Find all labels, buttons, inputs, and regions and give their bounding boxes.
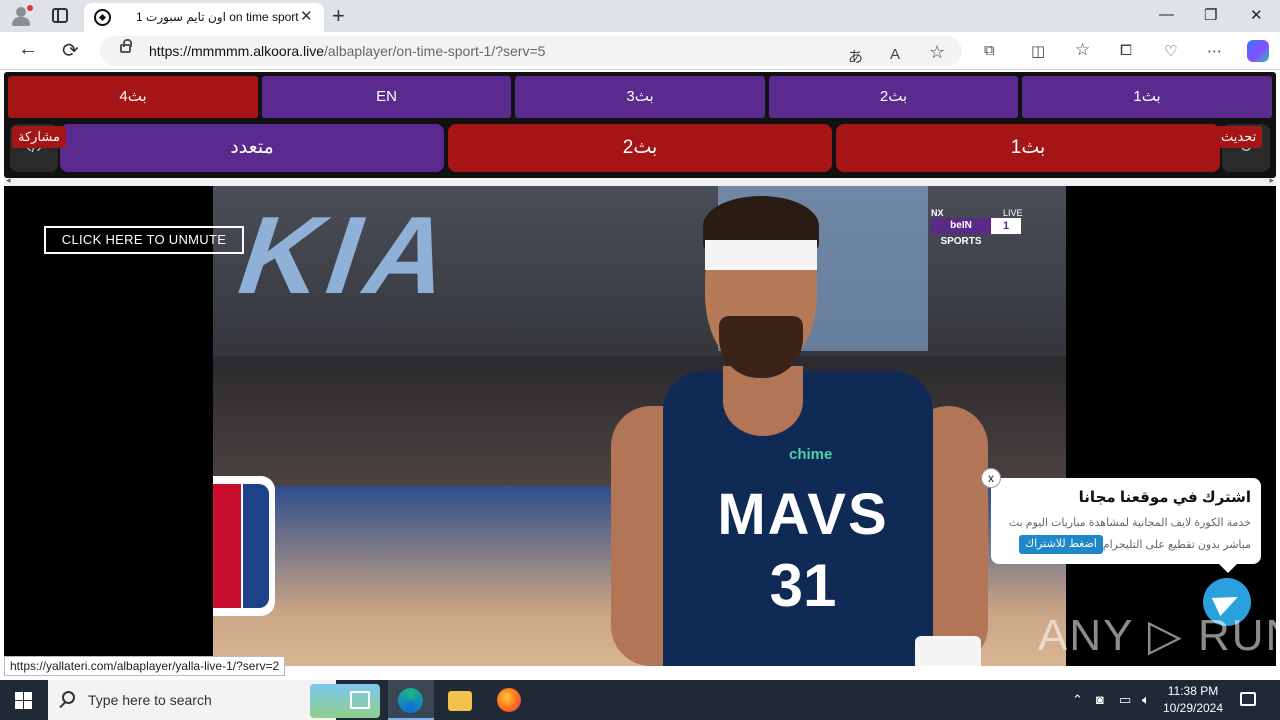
- unmute-button[interactable]: CLICK HERE TO UNMUTE: [44, 226, 244, 254]
- server-button-2[interactable]: بث2: [769, 76, 1018, 118]
- scroll-right-icon[interactable]: ▸: [1269, 175, 1274, 186]
- nba-logo-icon: [213, 476, 275, 616]
- clock-time: 11:38 PM: [1167, 684, 1219, 698]
- address-toolbar: ← ⟳ https://mmmmm.alkoora.live/albaplaye…: [0, 32, 1280, 70]
- share-label[interactable]: مشاركة: [12, 126, 66, 148]
- basketball-player-image: chime MAVS 31: [611, 196, 988, 666]
- server-menu: بث4 EN بث3 بث2 بث1 ‹/› متعدد بث2 بث1 ↻ م…: [4, 72, 1276, 178]
- favorites-icon[interactable]: ☆: [1075, 40, 1090, 60]
- volume-icon[interactable]: 🔈︎: [1142, 692, 1150, 708]
- tab-close-icon[interactable]: ✕: [300, 7, 313, 25]
- chevron-up-icon[interactable]: ⌃: [1072, 692, 1083, 708]
- refresh-icon[interactable]: ⟳: [62, 38, 79, 63]
- firefox-icon[interactable]: [497, 688, 521, 712]
- copilot-icon[interactable]: [1247, 40, 1269, 62]
- horizontal-scrollbar[interactable]: ◂ ▸: [4, 175, 1276, 186]
- refresh-label[interactable]: تحديث: [1215, 126, 1263, 148]
- server-button-4[interactable]: بث4: [8, 76, 258, 118]
- translate-icon[interactable]: あ: [848, 46, 863, 67]
- server-button-1[interactable]: بث1: [1022, 76, 1272, 118]
- extensions-icon[interactable]: ⧉: [984, 42, 995, 59]
- jersey-number: 31: [769, 552, 837, 619]
- server-alt-button-2[interactable]: بث2: [448, 124, 832, 172]
- status-bar-url: https://yallateri.com/albaplayer/yalla-l…: [4, 656, 286, 676]
- popup-close-icon[interactable]: x: [981, 468, 1001, 488]
- task-view-icon[interactable]: [350, 691, 370, 709]
- search-placeholder[interactable]: Type here to search: [88, 692, 212, 708]
- browser-tab-active[interactable]: اون تايم سبورت 1 on time sport ✕: [84, 3, 324, 32]
- popup-description-2: مباشر بدون تقطيع على التليجرام: [1102, 539, 1251, 551]
- maximize-button[interactable]: ❐: [1204, 6, 1217, 24]
- jersey-text: MAVS: [717, 482, 889, 547]
- subscribe-popup[interactable]: اشترك في موقعنا مجانا خدمة الكورة لايف ا…: [991, 478, 1261, 573]
- soccer-ball-favicon-icon: [94, 9, 111, 26]
- jersey-sponsor: chime: [789, 446, 833, 463]
- multi-server-button[interactable]: متعدد: [60, 124, 444, 172]
- system-clock[interactable]: 11:38 PM 10/29/2024: [1160, 683, 1226, 717]
- web-page: بث4 EN بث3 بث2 بث1 ‹/› متعدد بث2 بث1 ↻ م…: [0, 70, 1280, 680]
- file-explorer-icon[interactable]: [448, 691, 472, 711]
- edge-icon: [398, 688, 423, 713]
- notification-icon[interactable]: [1240, 692, 1256, 706]
- video-player[interactable]: KIA chime MAVS 31 NX LIVE beIN SPORTS 1 …: [4, 186, 1276, 666]
- arena-banner: KIA: [223, 194, 477, 317]
- close-window-button[interactable]: ✕: [1250, 6, 1263, 24]
- favorite-star-icon[interactable]: ☆: [929, 42, 945, 63]
- lock-icon[interactable]: [120, 39, 132, 53]
- popup-title: اشترك في موقعنا مجانا: [1078, 489, 1251, 506]
- windows-start-icon[interactable]: [15, 692, 32, 709]
- scroll-left-icon[interactable]: ◂: [6, 175, 11, 186]
- channel-logo: NX LIVE beIN SPORTS 1: [931, 208, 1023, 247]
- clock-date: 10/29/2024: [1162, 701, 1224, 715]
- server-button-3[interactable]: بث3: [515, 76, 765, 118]
- server-alt-button-1[interactable]: بث1: [836, 124, 1220, 172]
- back-icon[interactable]: ←: [18, 38, 38, 61]
- browser-essentials-icon[interactable]: ♡: [1164, 42, 1177, 60]
- browser-tab-bar: اون تايم سبورت 1 on time sport ✕ + — ❐ ✕: [0, 0, 1280, 32]
- watermark-logo: ANY ▷ RUN: [1038, 611, 1280, 660]
- address-bar[interactable]: https://mmmmm.alkoora.live/albaplayer/on…: [100, 36, 962, 66]
- taskbar-edge-button[interactable]: [388, 680, 434, 720]
- collections-icon[interactable]: ⧠: [1120, 42, 1132, 59]
- minimize-button[interactable]: —: [1159, 6, 1174, 23]
- more-icon[interactable]: ⋯: [1207, 42, 1222, 60]
- video-frame[interactable]: KIA chime MAVS 31 NX LIVE beIN SPORTS 1: [213, 186, 1066, 666]
- server-button-en[interactable]: EN: [262, 76, 511, 118]
- read-aloud-icon[interactable]: A: [890, 46, 900, 63]
- split-screen-icon[interactable]: ◫: [1031, 42, 1045, 60]
- tab-title: اون تايم سبورت 1 on time sport: [136, 10, 299, 24]
- profile-icon[interactable]: [10, 5, 33, 27]
- network-icon[interactable]: ▭: [1119, 692, 1131, 708]
- search-icon: [62, 691, 75, 704]
- tab-actions-icon[interactable]: [52, 8, 68, 23]
- url-text[interactable]: https://mmmmm.alkoora.live/albaplayer/on…: [149, 43, 545, 59]
- windows-taskbar: Type here to search ⌃ ◙ ▭ 🔈︎ 11:38 PM 10…: [0, 680, 1280, 720]
- taskbar-search[interactable]: Type here to search: [48, 680, 380, 720]
- new-tab-button[interactable]: +: [332, 3, 345, 29]
- subscribe-button[interactable]: اضغط للاشتراك: [1019, 535, 1103, 554]
- meet-icon[interactable]: ◙: [1096, 692, 1104, 707]
- popup-description-1: خدمة الكورة لايف المجانية لمشاهدة مباريا…: [1008, 517, 1251, 529]
